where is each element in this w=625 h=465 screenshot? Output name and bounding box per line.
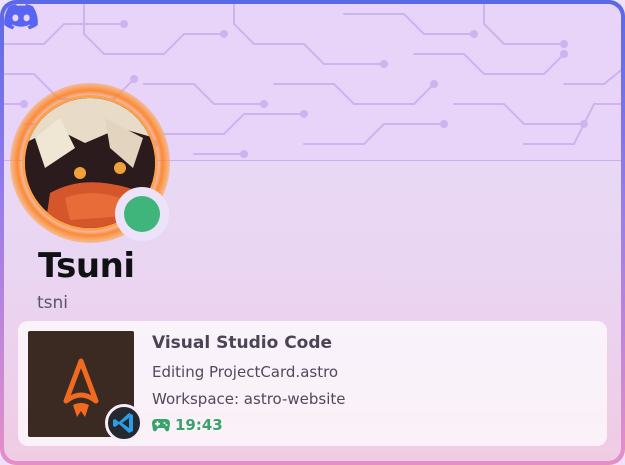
vscode-icon <box>113 413 133 433</box>
gamepad-icon <box>152 419 170 432</box>
profile-card: Tsuni tsni Visual Studio Code Editing Pr… <box>0 0 625 465</box>
status-indicator <box>115 187 169 241</box>
activity-details: Editing ProjectCard.astro <box>152 363 339 381</box>
activity-small-image <box>105 404 143 442</box>
activity-app-name: Visual Studio Code <box>152 333 333 353</box>
username: tsni <box>37 293 69 313</box>
activity-card[interactable]: Visual Studio Code Editing ProjectCard.a… <box>18 321 607 446</box>
display-name: Tsuni <box>38 246 135 286</box>
profile-card-body: Tsuni tsni Visual Studio Code Editing Pr… <box>4 4 621 461</box>
online-status-dot <box>124 196 160 232</box>
activity-state: Workspace: astro-website <box>152 390 346 408</box>
elapsed-time: 19:43 <box>175 416 223 434</box>
activity-elapsed: 19:43 <box>152 416 223 434</box>
discord-icon[interactable] <box>4 4 38 30</box>
